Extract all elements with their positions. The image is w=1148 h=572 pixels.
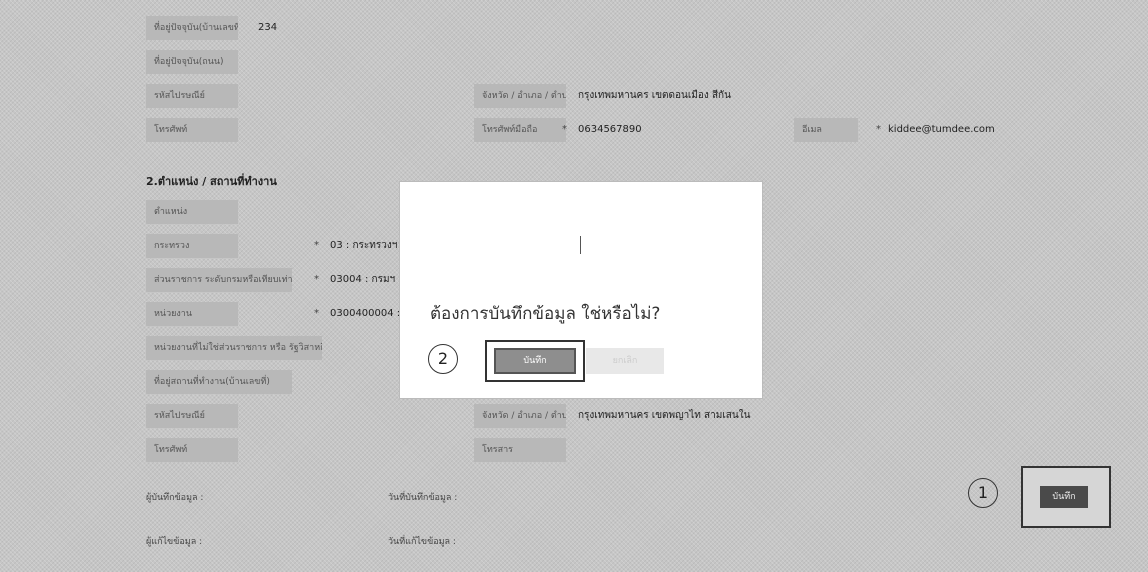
record-date-label: วันที่บันทึกข้อมูล : (388, 493, 458, 503)
office-address-label: ที่อยู่สถานที่ทำงาน(บ้านเลขที่) (146, 370, 292, 394)
division-label: หน่วยงาน (146, 302, 238, 326)
house-no-label: ที่อยู่ปัจจุบัน(บ้านเลขที่) (146, 16, 238, 40)
division-value[interactable]: 0300400004 : (330, 302, 400, 326)
callout-2: 2 (428, 344, 458, 374)
province-value[interactable]: กรุงเทพมหานคร เขตดอนเมือง สีกัน (578, 84, 731, 108)
office-province-label: จังหวัด / อำเภอ / ตำบล (474, 404, 566, 428)
dept-label: ส่วนราชการ ระดับกรมหรือเทียบเท่า (146, 268, 292, 292)
dialog-save-button[interactable]: บันทึก (494, 348, 576, 374)
edit-date-label: วันที่แก้ไขข้อมูล : (388, 537, 456, 547)
dept-value[interactable]: 03004 : กรมฯ (330, 268, 395, 292)
ministry-value[interactable]: 03 : กระทรวงฯ (330, 234, 397, 258)
position-label: ตำแหน่ง (146, 200, 238, 224)
office-province-value[interactable]: กรุงเทพมหานคร เขตพญาไท สามเสนใน (578, 404, 750, 428)
office-fax-label: โทรสาร (474, 438, 566, 462)
mobile-label: โทรศัพท์มือถือ (474, 118, 566, 142)
dialog-cancel-button[interactable]: ยกเลิก (586, 348, 664, 374)
office-postal-label: รหัสไปรษณีย์ (146, 404, 238, 428)
email-asterisk: * (876, 124, 881, 135)
dialog-question: ต้องการบันทึกข้อมูล ใช่หรือไม่? (430, 304, 661, 324)
house-no-value[interactable]: 234 (258, 16, 277, 40)
address-label: ที่อยู่ปัจจุบัน(ถนน) (146, 50, 238, 74)
email-value[interactable]: kiddee@tumdee.com (888, 118, 995, 142)
editor-label: ผู้แก้ไขข้อมูล : (146, 537, 203, 547)
dialog-cursor-mark (580, 236, 581, 254)
mobile-value[interactable]: 0634567890 (578, 118, 642, 142)
mobile-asterisk: * (562, 124, 567, 135)
province-label: จังหวัด / อำเภอ / ตำบล (474, 84, 566, 108)
email-label: อีเมล (794, 118, 858, 142)
form-page: ที่อยู่ปัจจุบัน(บ้านเลขที่) 234 ที่อยู่ป… (0, 0, 1148, 572)
recorder-label: ผู้บันทึกข้อมูล : (146, 493, 204, 503)
state-org-label: หน่วยงานที่ไม่ใช่ส่วนราชการ หรือ รัฐวิสา… (146, 336, 322, 360)
ministry-label: กระทรวง (146, 234, 238, 258)
save-button[interactable]: บันทึก (1040, 486, 1088, 508)
division-asterisk: * (314, 308, 319, 319)
work-section-title: 2.ตำแหน่ง / สถานที่ทำงาน (146, 175, 277, 188)
dept-asterisk: * (314, 274, 319, 285)
office-phone-label: โทรศัพท์ (146, 438, 238, 462)
postal-label: รหัสไปรษณีย์ (146, 84, 238, 108)
ministry-asterisk: * (314, 240, 319, 251)
callout-1: 1 (968, 478, 998, 508)
phone-label: โทรศัพท์ (146, 118, 238, 142)
